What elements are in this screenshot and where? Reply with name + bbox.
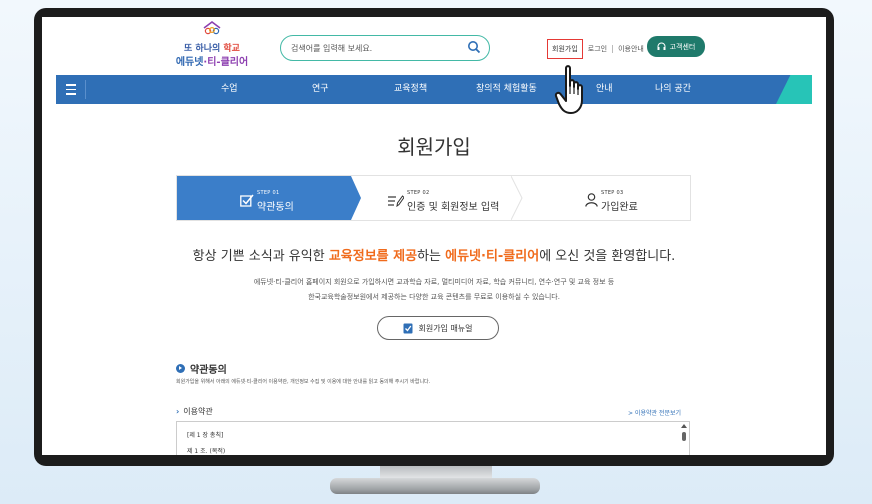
terms-heading: › 이용약관 bbox=[176, 407, 213, 416]
welcome-message: 항상 기쁜 소식과 유익한 교육정보를 제공하는 에듀넷·티-클리어에 오신 것… bbox=[192, 249, 676, 264]
nav-item-my-space[interactable]: 나의 공간 bbox=[655, 75, 691, 104]
main-navigation: 수업 연구 교육정책 창의적 체험활동 안내 나의 공간 bbox=[56, 75, 812, 104]
signup-steps: STEP 01 약관동의 STEP 02 인증 및 회원정보 입력 STEP 0… bbox=[176, 175, 691, 221]
pointing-hand-cursor-icon bbox=[554, 65, 583, 114]
manual-label: 회원가입 매뉴얼 bbox=[418, 323, 473, 333]
customer-center-button[interactable]: 고객센터 bbox=[647, 36, 705, 57]
step-label: 인증 및 회원정보 입력 bbox=[407, 202, 500, 213]
nav-item-policy[interactable]: 교육정책 bbox=[394, 75, 427, 104]
chevron-right-icon: › bbox=[176, 407, 180, 416]
monitor-frame: 또 하나의 학교 에듀넷·티-클리어 회원가입 로그인 이용안내 bbox=[34, 8, 834, 466]
scroll-up-icon[interactable] bbox=[681, 424, 687, 428]
nav-item-creative-activity[interactable]: 창의적 체험활동 bbox=[476, 75, 537, 104]
search-icon[interactable] bbox=[467, 40, 481, 54]
bullet-arrow-icon bbox=[176, 364, 185, 373]
nav-item-research[interactable]: 연구 bbox=[312, 75, 329, 104]
school-house-icon bbox=[203, 21, 221, 35]
signup-manual-button[interactable]: 회원가입 매뉴얼 bbox=[377, 316, 499, 340]
signup-link[interactable]: 회원가입 bbox=[547, 39, 583, 59]
logo-name: 에듀넷·티-클리어 bbox=[175, 57, 249, 68]
step-arrow-icon bbox=[511, 176, 523, 220]
site-logo[interactable]: 또 하나의 학교 에듀넷·티-클리어 bbox=[174, 21, 250, 73]
section-title: 약관동의 bbox=[176, 361, 227, 376]
divider bbox=[85, 80, 86, 99]
step-1-active: STEP 01 약관동의 bbox=[177, 176, 361, 220]
nav-accent bbox=[776, 75, 812, 104]
scrollbar[interactable] bbox=[681, 424, 687, 455]
terms-full-view-link[interactable]: > 이용약관 전문보기 bbox=[628, 408, 681, 417]
terms-textbox[interactable]: [제 1 장 총칙] 제 1 조. (목적) bbox=[176, 421, 690, 455]
nav-item-guide[interactable]: 안내 bbox=[596, 75, 613, 104]
customer-center-label: 고객센터 bbox=[669, 42, 696, 51]
headset-icon bbox=[657, 42, 666, 50]
terms-article: 제 1 조. (목적) bbox=[187, 448, 226, 455]
hamburger-menu-icon[interactable] bbox=[56, 75, 85, 104]
step-number: STEP 02 bbox=[407, 190, 430, 196]
monitor-stand bbox=[330, 478, 540, 494]
user-icon bbox=[585, 193, 598, 207]
terms-chapter: [제 1 장 총칙] bbox=[187, 432, 224, 439]
section-description: 회원가입을 위해서 아래의 에듀넷·티-클리어 이용약관, 개인정보 수집 및 … bbox=[176, 379, 431, 385]
manual-check-icon bbox=[403, 323, 413, 333]
usage-guide-link[interactable]: 이용안내 bbox=[613, 44, 649, 54]
intro-text-line1: 에듀넷·티-클리어 홈페이지 회원으로 가입하시면 교과학습 자료, 멀티미디어… bbox=[253, 278, 615, 286]
intro-text-line2: 한국교육학술정보원에서 제공하는 다양한 교육 콘텐츠를 무료로 이용하실 수 … bbox=[308, 293, 560, 301]
login-link[interactable]: 로그인 bbox=[583, 44, 612, 54]
site-header: 또 하나의 학교 에듀넷·티-클리어 회원가입 로그인 이용안내 bbox=[42, 17, 826, 75]
nav-item-class[interactable]: 수업 bbox=[221, 75, 238, 104]
step-number: STEP 03 bbox=[601, 190, 624, 196]
step-number: STEP 01 bbox=[257, 190, 280, 196]
scroll-thumb[interactable] bbox=[682, 432, 686, 441]
page-title: 회원가입 bbox=[397, 135, 471, 159]
step-label: 약관동의 bbox=[257, 202, 294, 213]
form-pen-icon bbox=[388, 195, 404, 207]
checkbox-icon bbox=[240, 194, 254, 207]
step-label: 가입완료 bbox=[601, 202, 638, 213]
search-input[interactable] bbox=[291, 41, 461, 55]
search-box bbox=[280, 35, 490, 61]
utility-nav: 회원가입 로그인 이용안내 bbox=[547, 39, 649, 59]
browser-screen: 또 하나의 학교 에듀넷·티-클리어 회원가입 로그인 이용안내 bbox=[42, 17, 826, 455]
